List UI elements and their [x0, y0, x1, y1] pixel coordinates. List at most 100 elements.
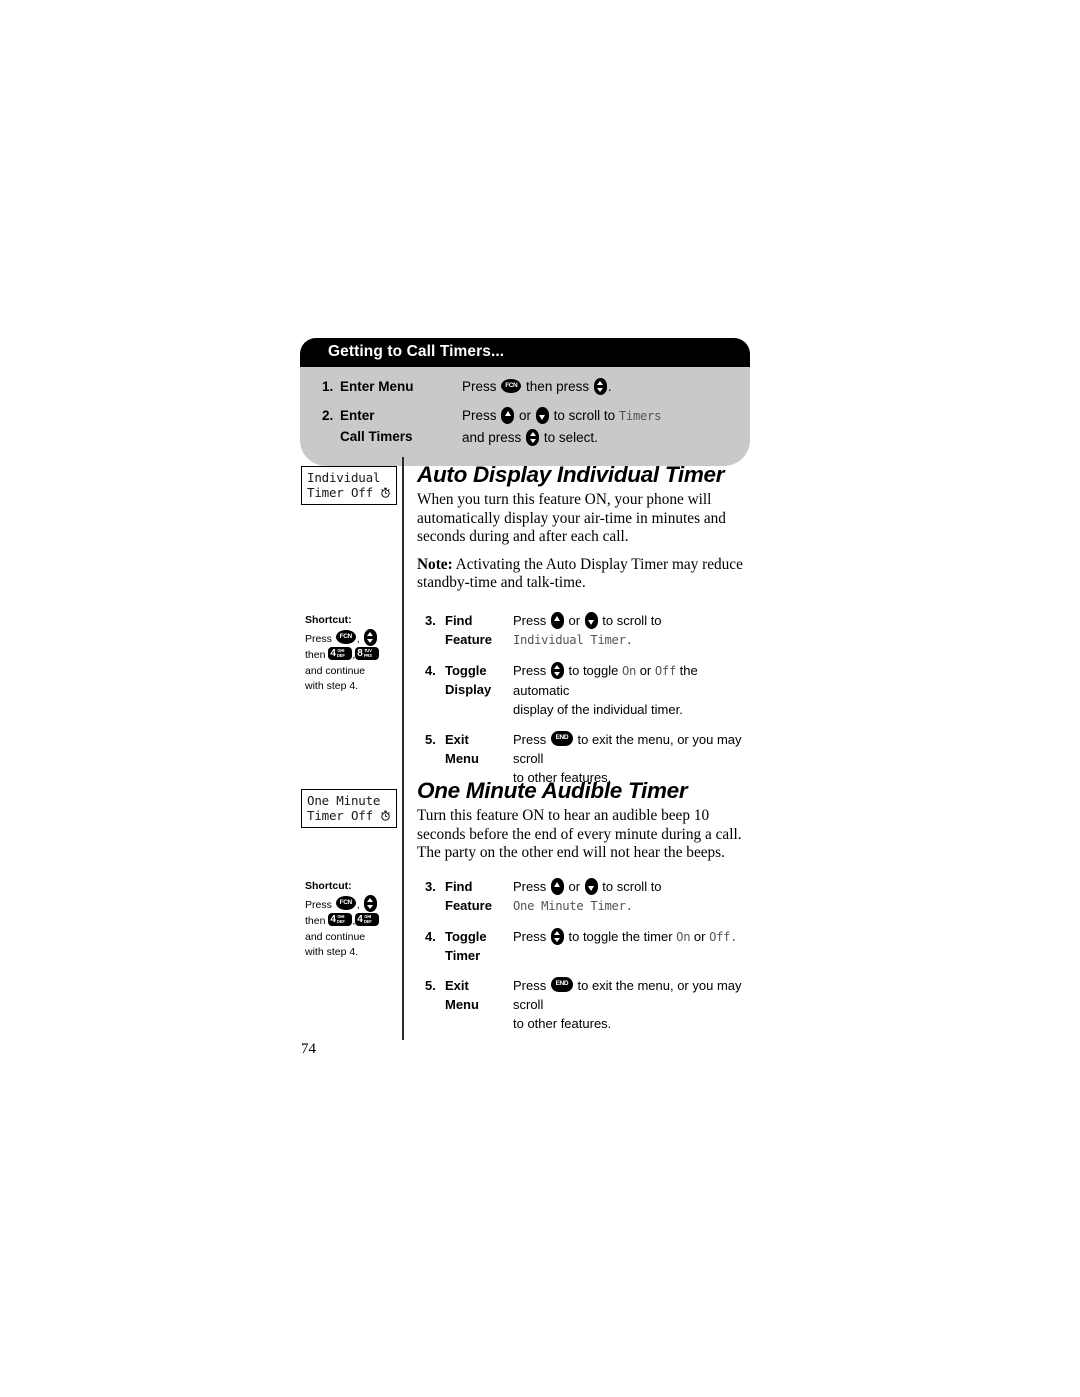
- lcd-line-1: One Minute: [307, 793, 381, 808]
- display-text-off: Off: [654, 663, 676, 678]
- step-label-line2: Display: [445, 681, 492, 697]
- callout-step-text: Press or to scroll to Timers and press t…: [462, 405, 750, 448]
- step-label-line2: Timer: [445, 947, 481, 963]
- step-toggle-display: 4. Toggle Display Press to toggle On or …: [417, 661, 747, 719]
- keypad-sublabels: GHI DEF: [337, 648, 345, 658]
- nav-select-key-icon: [363, 628, 377, 646]
- shortcut-step-line: with step 4.: [305, 946, 359, 958]
- shortcut-then-line: then 4 GHI DEF, 4 GHI DEF: [305, 913, 397, 930]
- keypad-sub2: DEF: [363, 919, 372, 925]
- step-label-line1: Exit: [445, 977, 469, 993]
- callout-text-fragment: or: [519, 408, 532, 423]
- page-number: 74: [301, 1041, 316, 1057]
- callout-text-fragment: then press: [526, 379, 590, 394]
- shortcut-press-label: Press: [305, 632, 332, 645]
- shortcut-press-line: Press ,: [305, 894, 397, 914]
- step-label: Exit Menu: [445, 976, 513, 1014]
- keypad-sub2: DEF: [336, 919, 345, 925]
- callout-step-number: 1.: [322, 379, 334, 394]
- shortcut-press-line: Press ,: [305, 628, 397, 648]
- shortcut-title: Shortcut:: [305, 880, 352, 892]
- step-toggle-timer: 4. Toggle Timer Press to toggle the time…: [417, 927, 747, 965]
- step-text-fragment: to exit the menu, or you may scroll: [513, 977, 742, 1012]
- callout-step-text: Press then press .: [462, 376, 750, 397]
- step-number: 3.: [425, 612, 436, 628]
- column-divider-rule: [402, 457, 404, 1040]
- step-label-line2: Menu: [445, 996, 479, 1012]
- shortcut-comma: ,: [356, 632, 360, 645]
- keypad-sub2: DEF: [336, 653, 345, 659]
- lcd-line-2: Timer Off: [307, 808, 373, 823]
- callout-step-2: 2. Enter Call Timers Press or to scroll …: [300, 405, 750, 448]
- step-text-row: Individual Timer.: [513, 630, 747, 650]
- lcd-line-2-row: Timer Off: [307, 808, 391, 823]
- getting-to-call-timers-callout: Getting to Call Timers... 1. Enter Menu …: [300, 338, 750, 466]
- step-label: Toggle Display: [445, 661, 513, 699]
- step-text-row: Press to toggle On or Off the automatic: [513, 661, 747, 700]
- step-label-line1: Find: [445, 878, 473, 894]
- step-text-row: Press to exit the menu, or you may scrol…: [513, 976, 747, 1014]
- callout-step-label-line1: Enter Menu: [340, 379, 414, 394]
- shortcut-then-label: then: [305, 915, 326, 927]
- step-text-row: Press to exit the menu, or you may scrol…: [513, 730, 747, 768]
- keypad-key-4-icon: 4 GHI DEF: [328, 647, 353, 660]
- keypad-digit: 4: [357, 914, 363, 925]
- shortcut-continue-line: and continue: [305, 664, 366, 677]
- step-find-feature: 3. Find Feature Press or to scroll to On…: [417, 877, 747, 916]
- note-text: Activating the Auto Display Timer may re…: [417, 555, 743, 592]
- step-text-fragment: Press: [513, 878, 547, 894]
- callout-step-label: Enter Menu: [340, 376, 462, 397]
- nav-select-key-icon: [363, 894, 377, 912]
- manual-page: Getting to Call Timers... 1. Enter Menu …: [0, 0, 1080, 1397]
- keypad-key-4-icon-2: 4 GHI DEF: [355, 913, 380, 926]
- nav-up-key-icon: [550, 611, 564, 629]
- clock-icon: [380, 809, 391, 821]
- display-text-on: On: [676, 929, 691, 944]
- step-label: Find Feature: [445, 877, 513, 915]
- step-text-fragment: Press: [513, 731, 547, 747]
- lcd-display-individual-timer: Individual Timer Off: [301, 466, 397, 505]
- keypad-key-8-icon: 8 TUV PRS: [355, 647, 380, 660]
- step-text-row: One Minute Timer.: [513, 896, 747, 916]
- step-number: 4.: [425, 928, 436, 944]
- fcn-key-icon: [335, 629, 356, 644]
- callout-step-1: 1. Enter Menu Press then press .: [300, 376, 750, 397]
- display-text-on: On: [621, 663, 637, 678]
- nav-down-key-icon: [535, 407, 549, 424]
- step-find-feature: 3. Find Feature Press or to scroll to In…: [417, 611, 747, 650]
- step-number: 4.: [425, 662, 436, 678]
- section-paragraph: When you turn this feature ON, your phon…: [417, 491, 726, 546]
- step-text-row: Press to toggle the timer On or Off.: [513, 927, 747, 947]
- callout-text-fragment: and press: [462, 430, 522, 445]
- step-number: 5.: [425, 977, 436, 993]
- shortcut-continue-line: and continue: [305, 930, 366, 943]
- step-label-line1: Find: [445, 612, 473, 628]
- step-text-fragment: Press: [513, 928, 547, 944]
- keypad-digit: 4: [330, 914, 336, 925]
- section-paragraph: Turn this feature ON to hear an audible …: [417, 807, 742, 862]
- step-label-line1: Exit: [445, 731, 469, 747]
- nav-down-key-icon: [584, 611, 598, 629]
- step-text: Press to toggle the timer On or Off.: [513, 927, 747, 947]
- keypad-sublabels: GHI DEF: [364, 914, 372, 924]
- nav-select-key-icon: [593, 378, 607, 395]
- nav-select-key-icon: [550, 661, 564, 679]
- step-text-fragment: to toggle: [568, 662, 619, 678]
- step-text: Press or to scroll to Individual Timer.: [513, 611, 747, 650]
- callout-text-fragment: to select.: [543, 430, 598, 445]
- shortcut-press-label: Press: [305, 898, 332, 911]
- step-text: Press to exit the menu, or you may scrol…: [513, 976, 747, 1033]
- nav-up-key-icon: [501, 407, 515, 424]
- step-label: Find Feature: [445, 611, 513, 649]
- step-text-fragment: or: [639, 662, 652, 678]
- step-text-fragment: or: [693, 928, 706, 944]
- section-title: Auto Display Individual Timer: [417, 462, 725, 487]
- callout-text-fragment: .: [607, 379, 612, 394]
- keypad-digit: 4: [330, 648, 336, 659]
- step-text: Press or to scroll to One Minute Timer.: [513, 877, 747, 916]
- step-label-line1: Toggle: [445, 928, 487, 944]
- step-exit-menu: 5. Exit Menu Press to exit the menu, or …: [417, 976, 747, 1033]
- step-text-row: Press or to scroll to: [513, 877, 747, 896]
- keypad-sub2: PRS: [363, 653, 372, 659]
- display-text: One Minute Timer.: [513, 898, 633, 913]
